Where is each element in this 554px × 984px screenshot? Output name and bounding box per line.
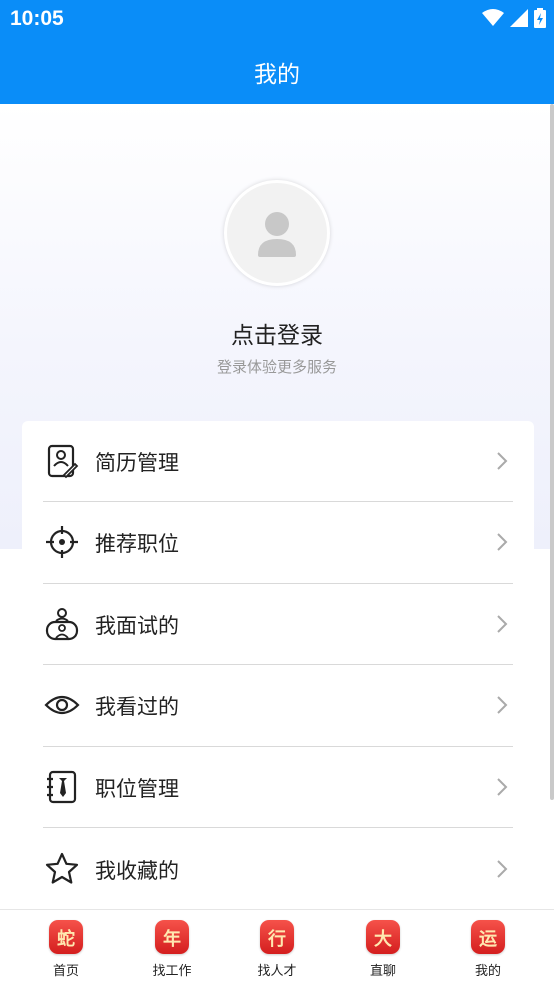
menu-item-label: 我面试的 [95, 614, 179, 638]
tab-icon: 蛇 [49, 920, 83, 954]
user-placeholder-icon [258, 212, 296, 257]
divider [43, 827, 513, 828]
tab-label: 首页 [52, 964, 79, 979]
menu-item-recommended-jobs[interactable]: 推荐职位 [22, 502, 534, 583]
tab-label: 直聊 [369, 964, 396, 979]
tab-icon: 年 [155, 920, 189, 954]
chevron-right-icon [497, 615, 508, 633]
avatar[interactable] [224, 180, 330, 286]
tab-label: 我的 [474, 964, 501, 979]
chevron-right-icon [497, 860, 508, 878]
star-icon [45, 852, 79, 884]
menu-item-resume[interactable]: 简历管理 [22, 421, 534, 502]
resume-icon [47, 444, 79, 479]
tab-icon: 行 [260, 920, 294, 954]
menu-item-label: 推荐职位 [95, 532, 179, 556]
menu-item-my-interviews[interactable]: 我面试的 [22, 584, 534, 665]
eye-icon [44, 695, 80, 715]
scrollbar[interactable] [550, 104, 554, 800]
chevron-right-icon [497, 533, 508, 551]
menu-item-label: 我看过的 [95, 695, 179, 719]
app-bar: 我的 [0, 38, 554, 104]
tab-mine[interactable]: 运 我的 [433, 910, 543, 984]
tab-direct-chat[interactable]: 大 直聊 [328, 910, 438, 984]
status-time: 10:05 [10, 7, 64, 30]
chevron-right-icon [497, 452, 508, 470]
menu-item-viewed[interactable]: 我看过的 [22, 665, 534, 746]
status-bar: 10:05 [0, 0, 554, 38]
page-title: 我的 [254, 62, 300, 88]
tab-label: 找工作 [152, 964, 192, 979]
signal-icon [510, 9, 528, 27]
login-subtitle: 登录体验更多服务 [216, 358, 337, 376]
status-icons [482, 8, 546, 28]
menu-item-label: 职位管理 [95, 777, 179, 801]
tab-find-talent[interactable]: 行 找人才 [222, 910, 332, 984]
target-icon [46, 526, 78, 558]
menu-item-job-management[interactable]: 职位管理 [22, 747, 534, 828]
chevron-right-icon [497, 778, 508, 796]
login-button[interactable]: 点击登录 [0, 316, 554, 350]
battery-icon [534, 8, 546, 28]
tab-icon: 大 [366, 920, 400, 954]
menu-item-label: 我收藏的 [95, 859, 179, 883]
interview-icon [45, 608, 79, 641]
job-manage-icon [47, 770, 77, 804]
menu-item-favorites[interactable]: 我收藏的 [22, 829, 534, 910]
menu-card: 简历管理 推荐职位 我面试的 我看过的 职位管理 我收藏的 [22, 421, 534, 909]
menu-item-label: 简历管理 [95, 451, 179, 475]
chevron-right-icon [497, 696, 508, 714]
tab-icon: 运 [471, 920, 505, 954]
wifi-icon [482, 9, 504, 26]
tab-find-jobs[interactable]: 年 找工作 [117, 910, 227, 984]
bottom-tab-bar: 蛇 首页 年 找工作 行 找人才 大 直聊 运 我的 [0, 909, 554, 984]
tab-label: 找人才 [257, 964, 297, 979]
tab-home[interactable]: 蛇 首页 [11, 910, 121, 984]
